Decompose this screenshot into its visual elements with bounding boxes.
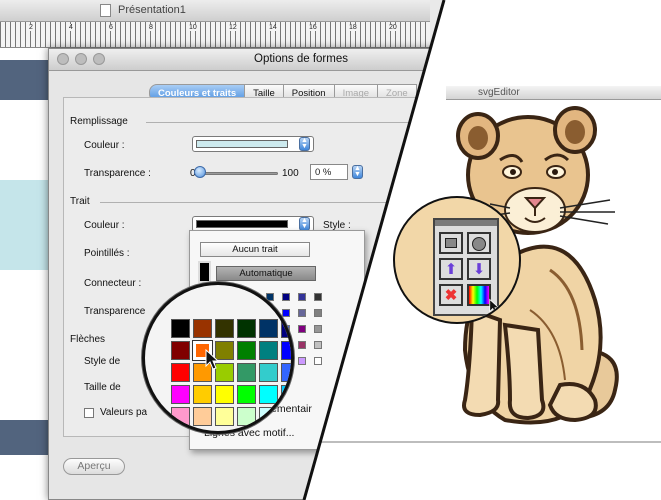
composite-screenshot: Présentation1 2 4 6 8 10 12 14 16 18 20 Options d… <box>0 0 661 500</box>
split-divider <box>302 0 446 500</box>
